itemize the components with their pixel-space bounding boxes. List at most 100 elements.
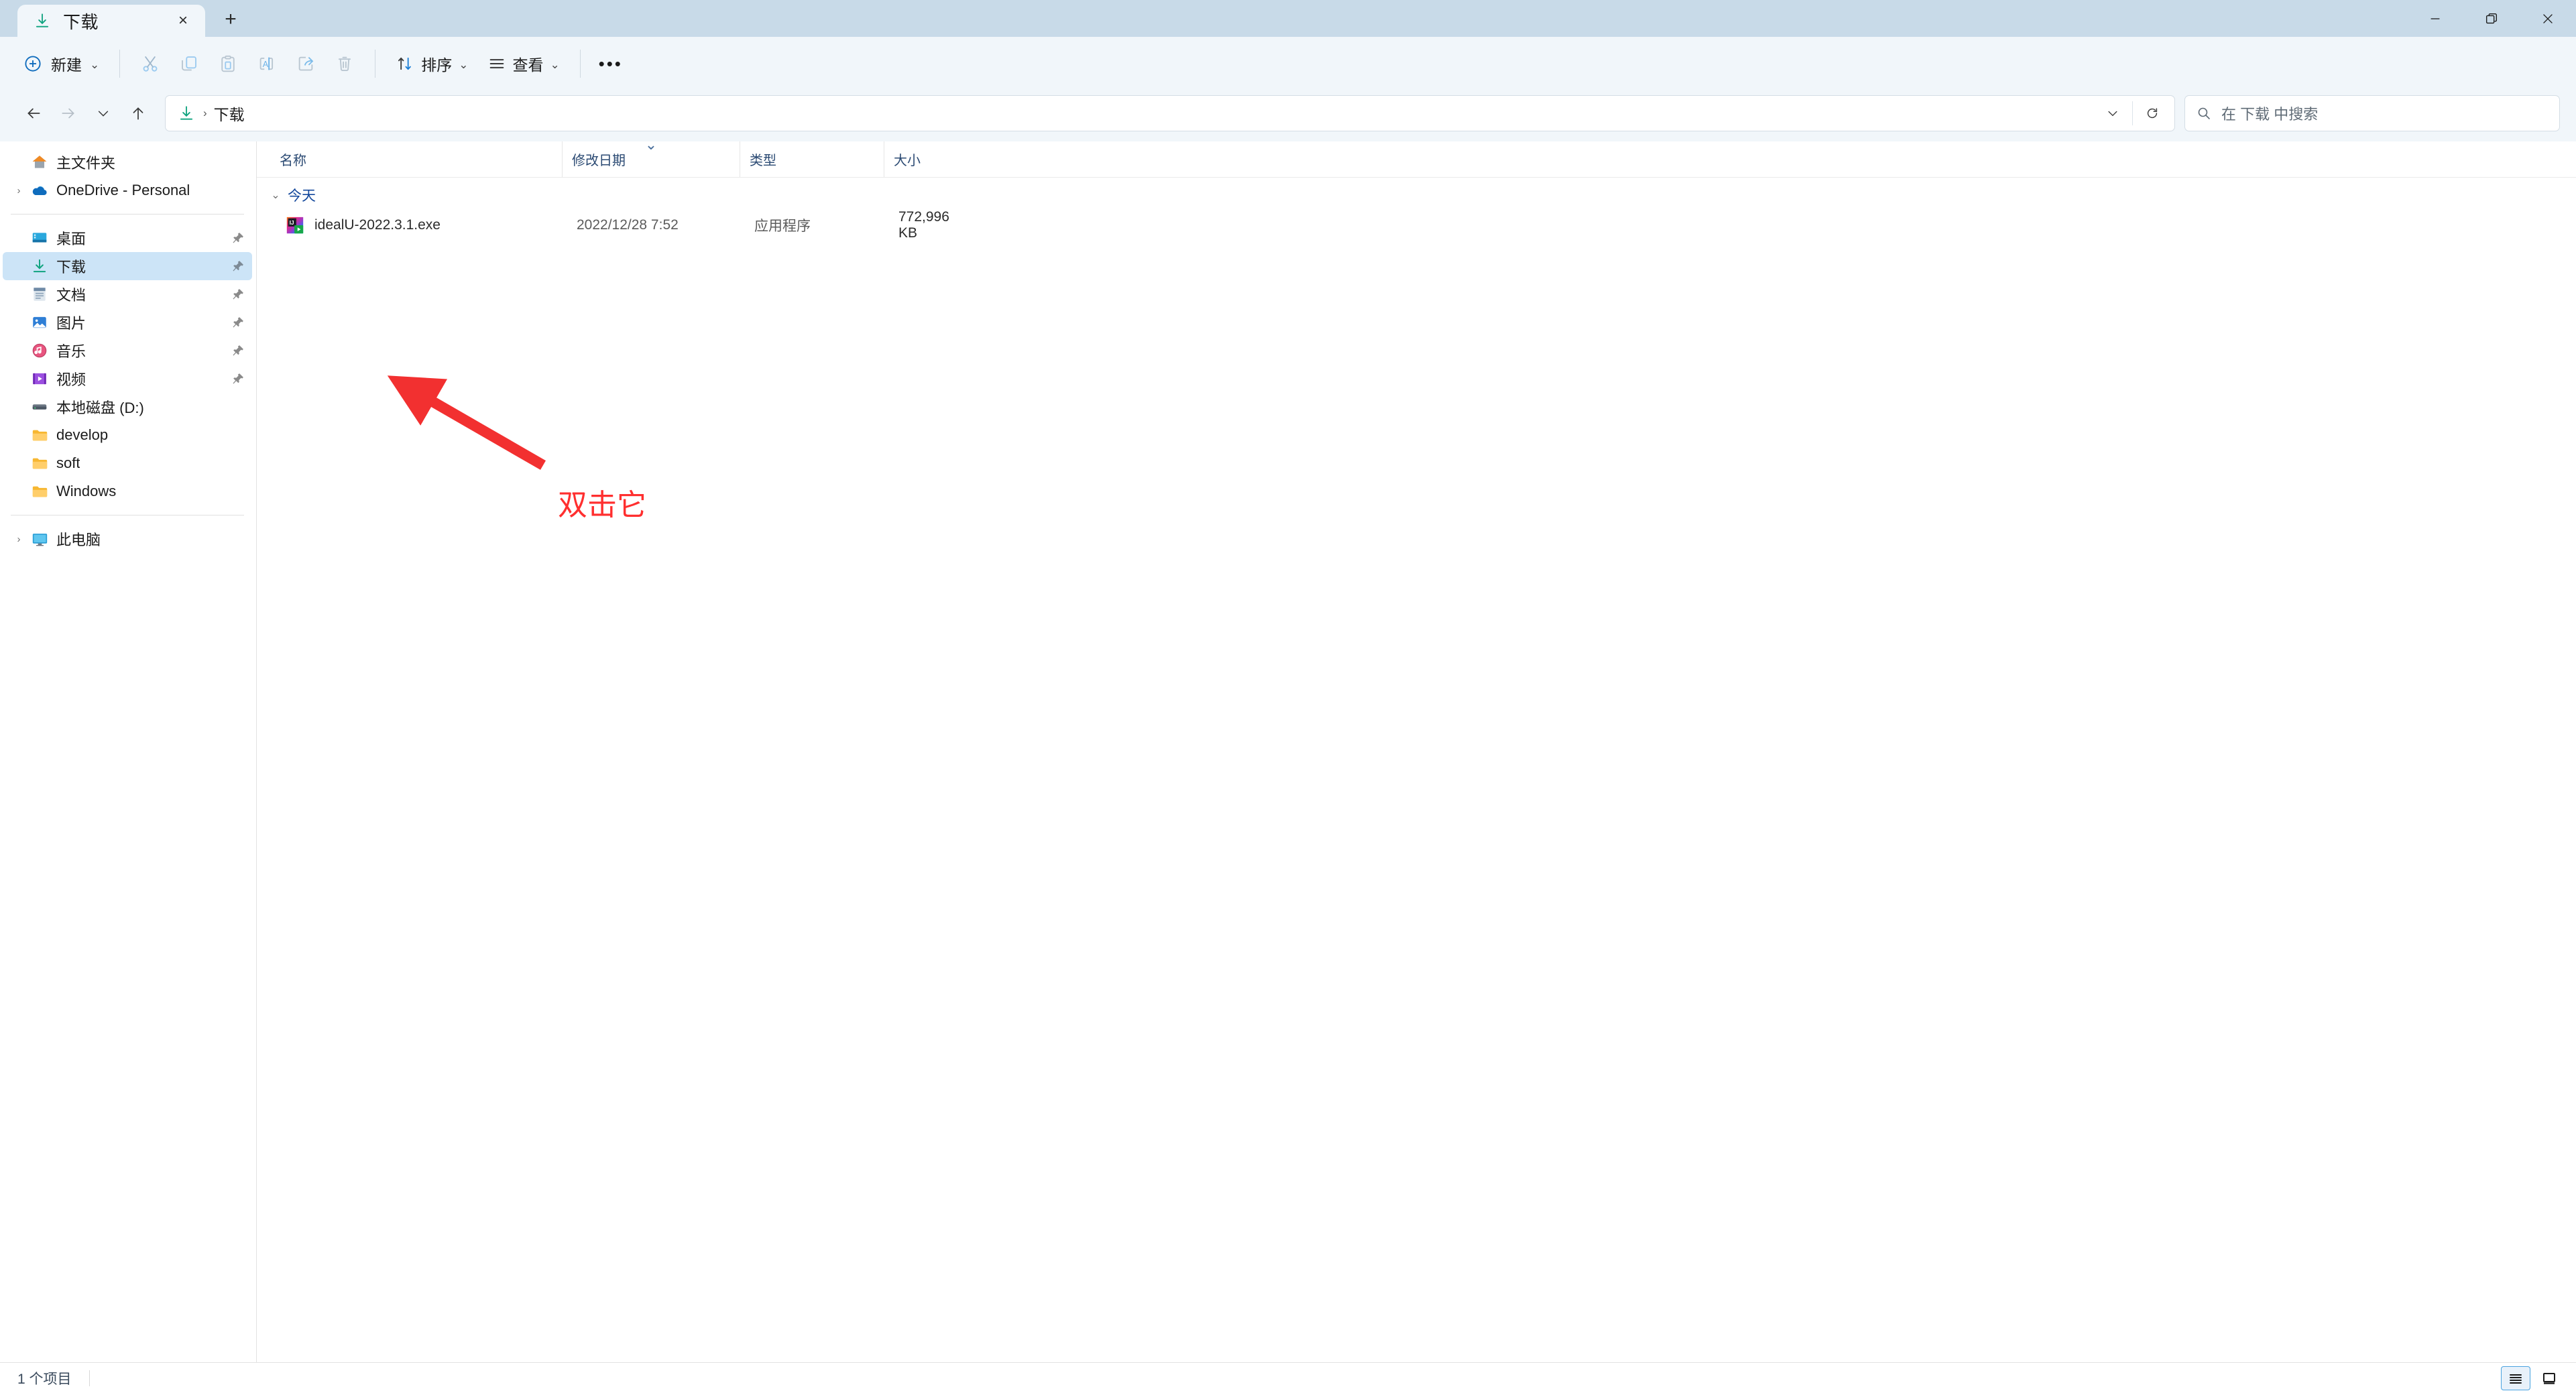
sidebar-item-desktop[interactable]: 桌面	[3, 224, 252, 252]
file-type-cell: 应用程序	[754, 219, 811, 234]
sort-button[interactable]: 排序 ⌄	[386, 45, 477, 82]
item-count: 1 个项目	[17, 1371, 72, 1387]
forward-button[interactable]	[51, 96, 86, 131]
cut-icon[interactable]	[131, 45, 170, 82]
view-button[interactable]: 查看 ⌄	[478, 45, 569, 82]
sidebar-item-local-disk-d[interactable]: 本地磁盘 (D:)	[3, 393, 252, 421]
file-size-cell: 772,996 KB	[898, 209, 949, 241]
back-button[interactable]	[16, 96, 51, 131]
address-history-button[interactable]	[2096, 98, 2129, 129]
chevron-down-icon: ⌄	[550, 58, 560, 71]
close-icon[interactable]	[2520, 0, 2576, 37]
downloads-icon	[32, 11, 52, 31]
sidebar-item-music[interactable]: 音乐	[3, 337, 252, 365]
documents-icon	[28, 283, 51, 306]
svg-text:A: A	[263, 60, 269, 69]
address-divider	[2132, 101, 2133, 125]
delete-icon[interactable]	[325, 45, 364, 82]
column-header-name[interactable]: 名称	[270, 141, 562, 177]
details-view-toggle[interactable]	[2501, 1366, 2530, 1390]
copy-icon[interactable]	[170, 45, 209, 82]
breadcrumb-current: 下载	[213, 106, 245, 123]
videos-icon	[28, 367, 51, 390]
rename-icon[interactable]: A	[247, 45, 286, 82]
view-icon	[489, 59, 504, 68]
recent-locations-button[interactable]	[86, 96, 121, 131]
view-button-label: 查看	[512, 56, 544, 74]
column-header-label: 类型	[750, 154, 776, 168]
file-name-cell: IJ idealU-2022.3.1.exe	[276, 215, 567, 235]
tab-title: 下载	[63, 11, 99, 32]
folder-icon	[28, 452, 51, 475]
content-split: 主文件夹 › OneDrive - Personal 桌面 下载 文档 图片 音…	[0, 141, 2576, 1362]
chevron-right-icon[interactable]: ›	[9, 185, 28, 196]
sidebar-item-label: 音乐	[56, 343, 86, 360]
new-tab-button[interactable]: +	[215, 3, 247, 36]
more-options-button[interactable]: •••	[591, 45, 630, 82]
close-icon[interactable]: ×	[170, 8, 196, 34]
sidebar-item-this-pc[interactable]: › 此电脑	[3, 525, 252, 553]
sidebar-item-label: develop	[56, 426, 109, 443]
pin-icon[interactable]	[229, 370, 247, 387]
sidebar-item-label: 桌面	[56, 231, 86, 247]
arrow-right-icon	[62, 108, 74, 119]
search-placeholder: 在 下载 中搜索	[2221, 106, 2319, 123]
table-row[interactable]: IJ idealU-2022.3.1.exe 2022/12/28 7:52 应…	[262, 208, 2567, 242]
sidebar-item-downloads[interactable]: 下载	[3, 252, 252, 280]
downloads-icon	[176, 103, 196, 123]
restore-icon[interactable]	[2463, 0, 2520, 37]
pin-icon[interactable]	[229, 257, 247, 275]
file-list-pane: 名称 修改日期 类型 大小 ⌄ 今天	[257, 141, 2576, 1362]
sidebar-item-label: soft	[56, 455, 80, 471]
svg-text:IJ: IJ	[290, 219, 294, 226]
sidebar-item-label: 下载	[56, 259, 86, 276]
column-header-type[interactable]: 类型	[740, 141, 884, 177]
pin-icon[interactable]	[229, 314, 247, 331]
group-header-today[interactable]: ⌄ 今天	[257, 182, 2576, 208]
share-icon[interactable]	[286, 45, 325, 82]
sidebar-item-develop[interactable]: develop	[3, 421, 252, 449]
sidebar-item-pictures[interactable]: 图片	[3, 308, 252, 337]
onedrive-icon	[28, 179, 51, 202]
new-button[interactable]: 新建 ⌄	[16, 45, 109, 82]
pin-icon[interactable]	[229, 286, 247, 303]
new-button-label: 新建	[51, 56, 82, 74]
address-bar[interactable]: › 下载	[165, 95, 2175, 131]
sidebar-item-documents[interactable]: 文档	[3, 280, 252, 308]
sidebar-item-label: 图片	[56, 315, 86, 332]
plus-circle-icon	[25, 56, 41, 72]
title-bar: 下载 × +	[0, 0, 2576, 37]
up-button[interactable]	[121, 96, 156, 131]
column-header-date[interactable]: 修改日期	[562, 141, 740, 177]
sort-button-label: 排序	[421, 56, 453, 74]
sidebar-item-onedrive[interactable]: › OneDrive - Personal	[3, 176, 252, 204]
breadcrumb-separator: ›	[203, 107, 207, 119]
toolbar-divider	[119, 50, 121, 78]
minimize-icon[interactable]	[2407, 0, 2463, 37]
tab-downloads[interactable]: 下载 ×	[17, 5, 205, 37]
pin-icon[interactable]	[229, 342, 247, 359]
paste-icon[interactable]	[209, 45, 247, 82]
sidebar-item-label: 此电脑	[56, 532, 101, 548]
chevron-down-icon[interactable]: ⌄	[270, 188, 281, 202]
sidebar-item-label: Windows	[56, 483, 117, 499]
folder-icon	[28, 424, 51, 446]
sidebar-item-home[interactable]: 主文件夹	[3, 148, 252, 176]
address-bar-actions	[2096, 98, 2169, 129]
refresh-icon	[2147, 108, 2158, 119]
sidebar-item-videos[interactable]: 视频	[3, 365, 252, 393]
file-name-text: idealU-2022.3.1.exe	[314, 217, 441, 233]
search-input[interactable]: 在 下载 中搜索	[2184, 95, 2560, 131]
music-icon	[28, 339, 51, 362]
sidebar-item-label: 本地磁盘 (D:)	[56, 400, 144, 416]
large-icons-view-toggle[interactable]	[2534, 1366, 2564, 1390]
tab-strip: 下载 × +	[0, 0, 247, 37]
sidebar-divider-1	[11, 214, 244, 215]
column-header-size[interactable]: 大小	[884, 141, 964, 177]
pin-icon[interactable]	[229, 229, 247, 247]
column-header-label: 名称	[280, 154, 306, 168]
sidebar-item-soft[interactable]: soft	[3, 449, 252, 477]
chevron-right-icon[interactable]: ›	[9, 534, 28, 545]
refresh-button[interactable]	[2135, 98, 2169, 129]
sidebar-item-windows[interactable]: Windows	[3, 477, 252, 505]
